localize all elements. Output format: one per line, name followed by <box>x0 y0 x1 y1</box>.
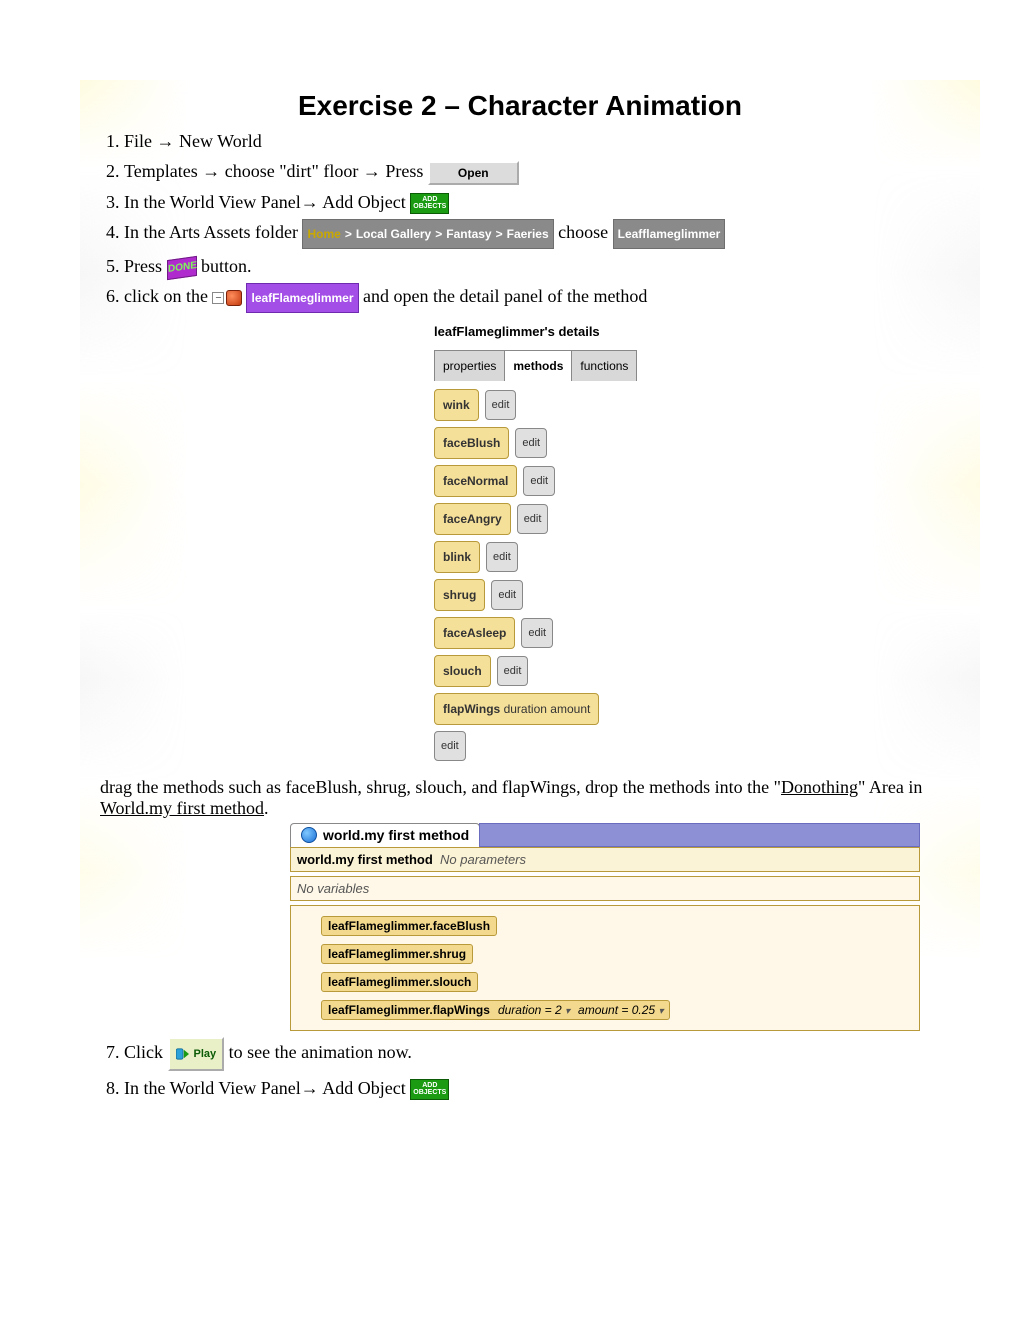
step-7-text-a: Click <box>124 1042 168 1062</box>
edit-button[interactable]: edit <box>521 618 553 648</box>
breadcrumb-sep-icon: > <box>496 221 503 247</box>
edit-button[interactable]: edit <box>485 390 517 420</box>
call-flapWings[interactable]: leafFlameglimmer.flapWings duration = 2 … <box>321 1000 670 1020</box>
step-3-text-b: Add Object <box>322 192 405 212</box>
step-2: Templates → choose "dirt" floor → Press … <box>124 158 940 185</box>
open-button[interactable]: Open <box>428 161 519 185</box>
breadcrumb-sep-icon: > <box>345 221 352 247</box>
edit-button[interactable]: edit <box>491 580 523 610</box>
details-tabs: properties methods functions <box>434 349 634 381</box>
step-6-text-a: click on the <box>124 286 212 306</box>
call-shrug[interactable]: leafFlameglimmer.shrug <box>321 944 473 964</box>
step-2-text-a: Templates <box>124 161 202 181</box>
step-3: In the World View Panel→ Add Object ADDO… <box>124 189 940 215</box>
step-1-text-a: File <box>124 131 157 151</box>
donothing-ref: Donothing <box>781 777 858 797</box>
add-objects-button[interactable]: ADDOBJECTS <box>410 1079 449 1100</box>
step-2-text-c: Press <box>385 161 428 181</box>
step-8-text-a: In the World View Panel <box>124 1078 301 1098</box>
add-objects-button[interactable]: ADDOBJECTS <box>410 193 449 214</box>
method-faceNormal[interactable]: faceNormal <box>434 465 517 497</box>
tab-methods[interactable]: methods <box>504 350 572 381</box>
step-8-text-b: Add Object <box>322 1078 405 1098</box>
edit-button[interactable]: edit <box>497 656 529 686</box>
step-4-text-b: choose <box>558 222 608 242</box>
step-5: Press DONE button. <box>124 253 940 279</box>
drag-instruction-text: drag the methods such as faceBlush, shru… <box>100 777 940 819</box>
step-5-text-b: button. <box>201 256 252 276</box>
tab-properties[interactable]: properties <box>434 350 505 381</box>
dropdown-icon[interactable]: ▾ <box>658 1006 663 1017</box>
tab-functions[interactable]: functions <box>571 350 637 381</box>
method-name-label: world.my first method <box>297 852 433 867</box>
leafflameglimmer-object-tag[interactable]: leafFlameglimmer <box>246 283 358 313</box>
method-editor-tabbar <box>479 823 920 847</box>
breadcrumb-fantasy[interactable]: Fantasy <box>446 221 491 247</box>
steps-list-cont: Click Play to see the animation now. In … <box>100 1037 940 1101</box>
method-faceBlush[interactable]: faceBlush <box>434 427 509 459</box>
details-title: leafFlameglimmer's details <box>434 319 634 345</box>
breadcrumb-bar[interactable]: Home > Local Gallery > Fantasy > Faeries <box>302 219 553 249</box>
method-blink[interactable]: blink <box>434 541 480 573</box>
arrow-icon: → <box>301 1078 319 1098</box>
page-title: Exercise 2 – Character Animation <box>100 90 940 122</box>
done-button[interactable]: DONE <box>167 256 197 280</box>
edit-button[interactable]: edit <box>486 542 518 572</box>
method-faceAsleep[interactable]: faceAsleep <box>434 617 515 649</box>
breadcrumb-faeries[interactable]: Faeries <box>507 221 549 247</box>
edit-button[interactable]: edit <box>515 428 547 458</box>
step-4: In the Arts Assets folder Home > Local G… <box>124 219 940 249</box>
tree-expand-icon[interactable]: ‒ <box>212 292 224 304</box>
no-parameters-text: No parameters <box>440 852 526 867</box>
step-6-text-b: and open the detail panel of the method <box>363 286 647 306</box>
step-7-text-b: to see the animation now. <box>229 1042 412 1062</box>
breadcrumb-home[interactable]: Home <box>307 221 340 247</box>
arrow-icon: → <box>363 161 381 181</box>
edit-button[interactable]: edit <box>523 466 555 496</box>
step-2-text-b: choose "dirt" floor <box>225 161 363 181</box>
method-shrug[interactable]: shrug <box>434 579 485 611</box>
edit-button[interactable]: edit <box>517 504 549 534</box>
step-6: click on the ‒ leafFlameglimmer and open… <box>124 283 940 761</box>
method-flapWings[interactable]: flapWings duration amount <box>434 693 599 725</box>
leafflameglimmer-tag[interactable]: Leafflameglimmer <box>613 219 726 249</box>
method-faceAngry[interactable]: faceAngry <box>434 503 511 535</box>
world-icon <box>301 827 317 843</box>
method-editor-tab-label: world.my first method <box>323 827 469 843</box>
step-1: File → New World <box>124 128 940 154</box>
call-faceBlush[interactable]: leafFlameglimmer.faceBlush <box>321 916 497 936</box>
details-panel: leafFlameglimmer's details properties me… <box>434 319 634 761</box>
arrow-icon: → <box>157 131 175 151</box>
step-3-text-a: In the World View Panel <box>124 192 301 212</box>
breadcrumb-local-gallery[interactable]: Local Gallery <box>356 221 431 247</box>
step-1-text-b: New World <box>175 131 262 151</box>
arrow-icon: → <box>202 161 220 181</box>
steps-list: File → New World Templates → choose "dir… <box>100 128 940 761</box>
method-wink[interactable]: wink <box>434 389 479 421</box>
call-slouch[interactable]: leafFlameglimmer.slouch <box>321 972 478 992</box>
step-5-text-a: Press <box>124 256 167 276</box>
arrow-icon: → <box>301 192 319 212</box>
method-editor: world.my first method world.my first met… <box>290 823 920 1031</box>
world-method-ref: World.my first method <box>100 798 264 818</box>
step-7: Click Play to see the animation now. <box>124 1037 940 1071</box>
no-variables-row: No variables <box>290 876 920 901</box>
edit-button[interactable]: edit <box>434 731 466 761</box>
object-icon <box>226 290 242 306</box>
method-header-row: world.my first method No parameters <box>290 847 920 872</box>
breadcrumb-sep-icon: > <box>435 221 442 247</box>
step-8: In the World View Panel→ Add Object ADDO… <box>124 1075 940 1101</box>
play-button[interactable]: Play <box>168 1037 225 1071</box>
method-body[interactable]: leafFlameglimmer.faceBlush leafFlameglim… <box>290 905 920 1031</box>
step-4-text-a: In the Arts Assets folder <box>124 222 302 242</box>
dropdown-icon[interactable]: ▾ <box>565 1006 570 1017</box>
method-slouch[interactable]: slouch <box>434 655 491 687</box>
method-editor-tab[interactable]: world.my first method <box>290 823 480 847</box>
play-icon <box>176 1048 190 1060</box>
